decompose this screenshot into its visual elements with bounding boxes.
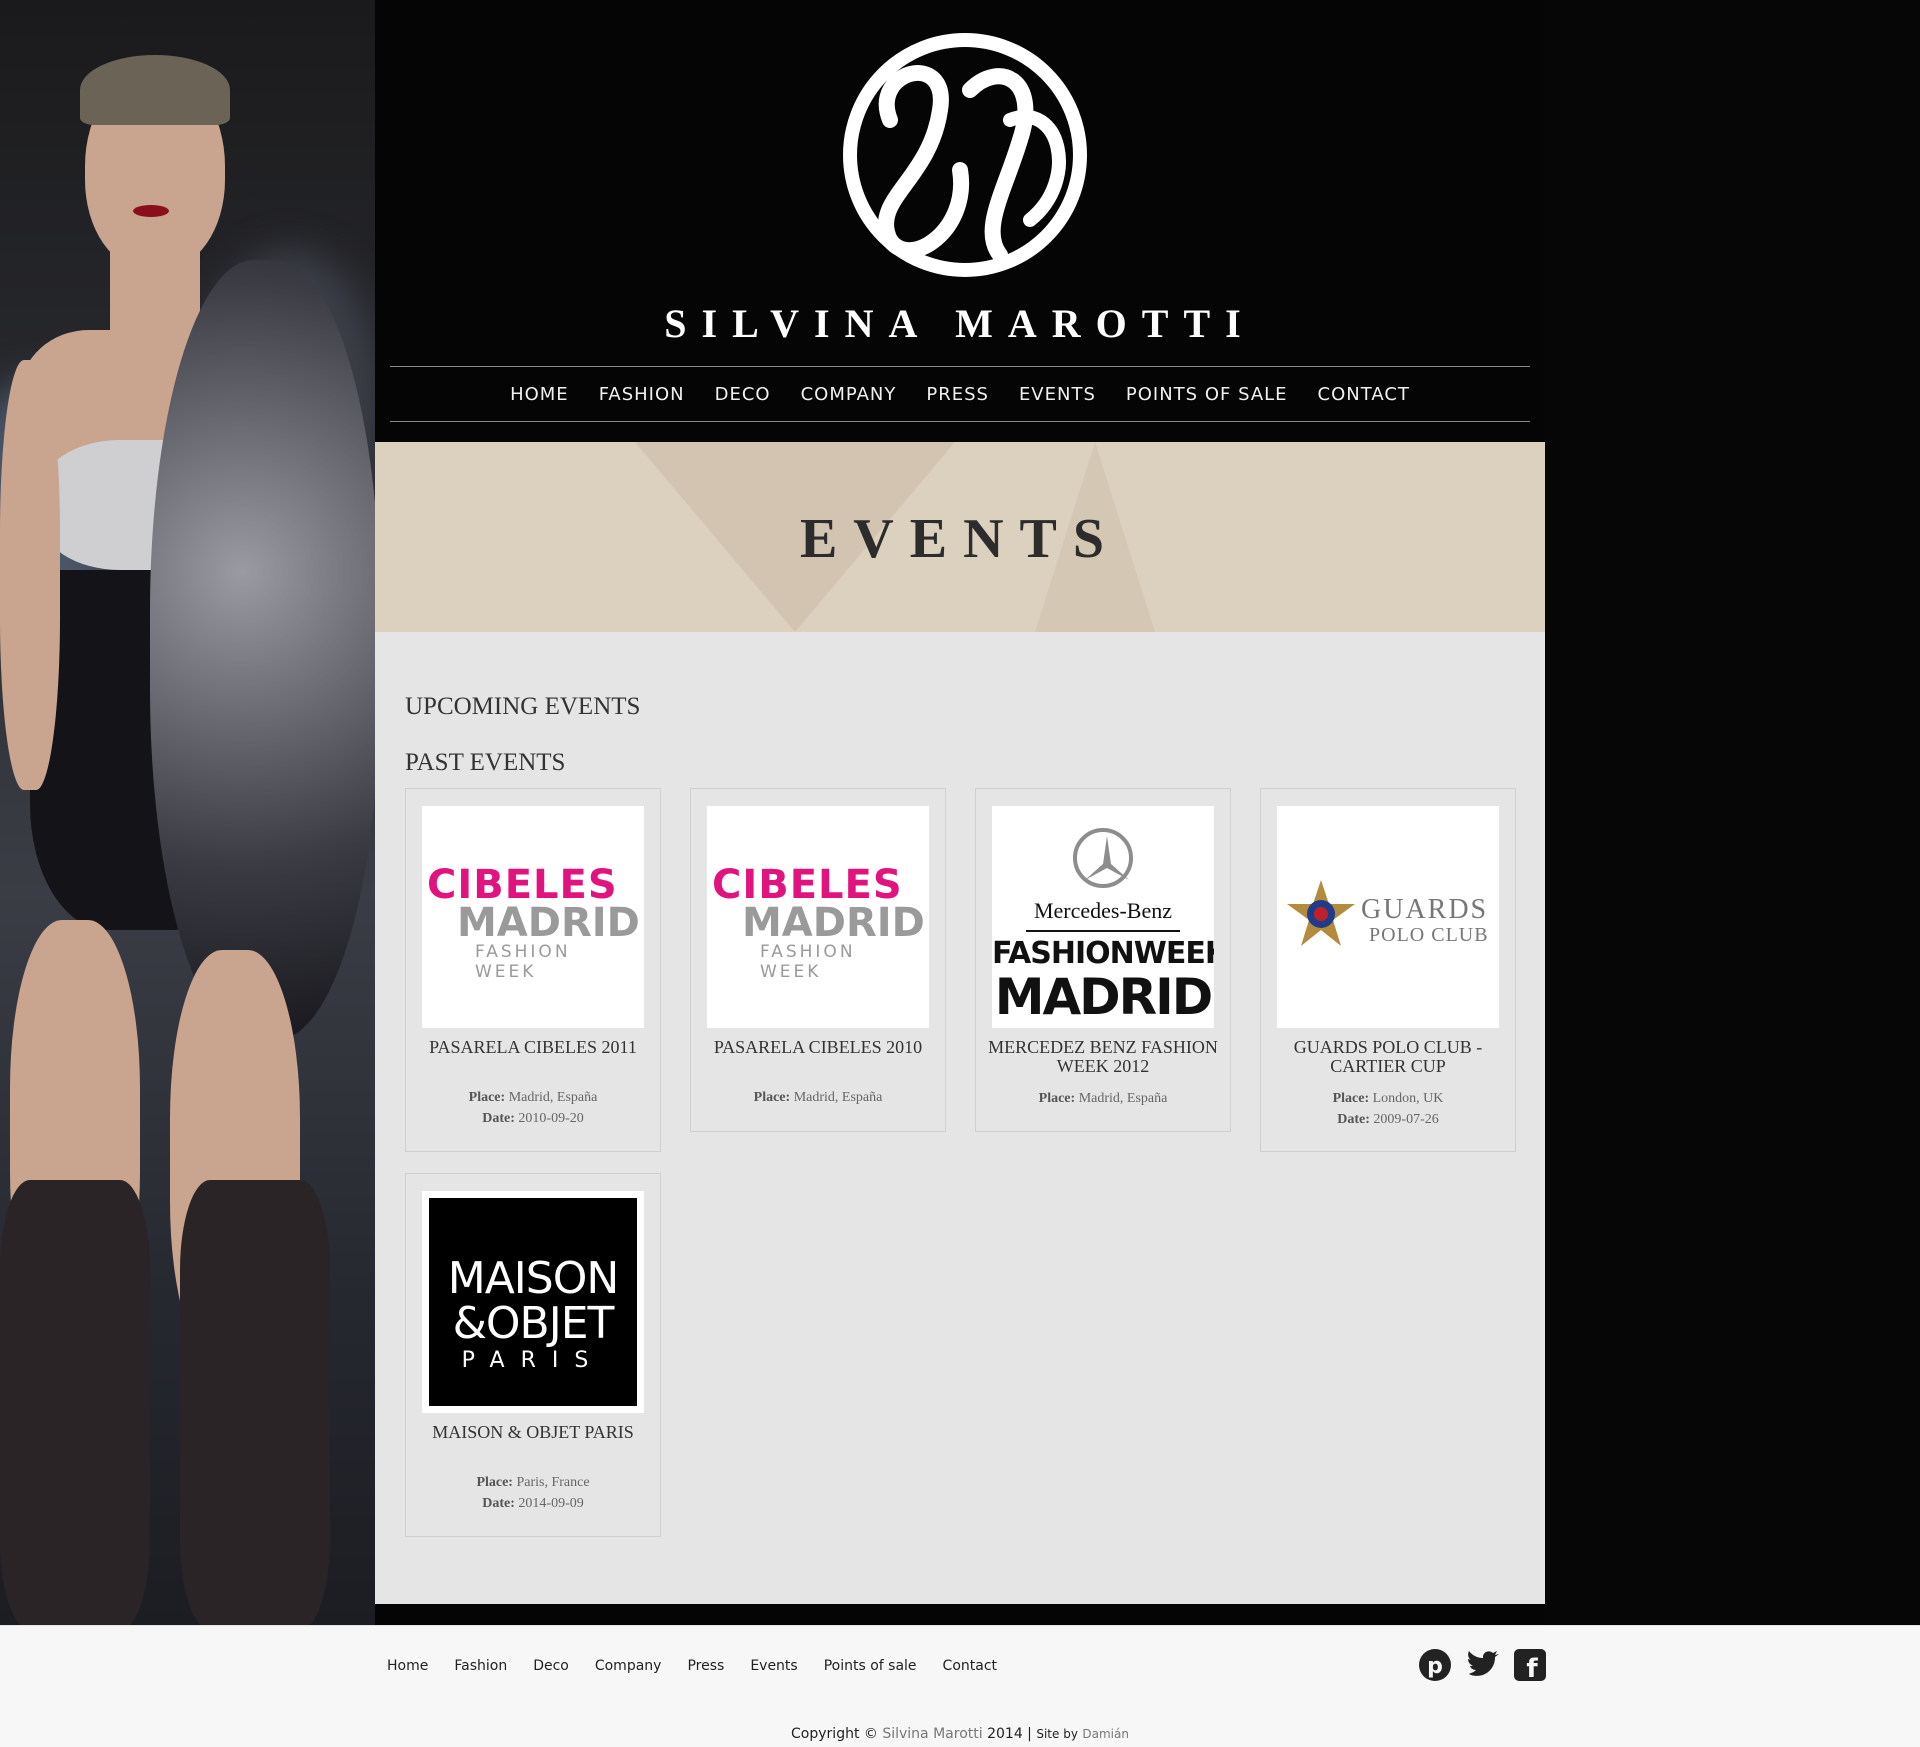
social-links: p f xyxy=(1418,1648,1546,1687)
event-date: 2014-09-09 xyxy=(518,1496,584,1511)
event-logo-cibeles[interactable]: CIBELES MADRID FASHION WEEK xyxy=(422,806,644,1028)
nav-fashion[interactable]: FASHION xyxy=(599,384,685,405)
event-logo-guards-polo[interactable]: GUARDS POLO CLUB xyxy=(1277,806,1499,1028)
background-right xyxy=(1545,0,1920,1625)
footer-link-fashion[interactable]: Fashion xyxy=(454,1658,507,1674)
event-logo-cibeles[interactable]: CIBELES MADRID FASHION WEEK xyxy=(707,806,929,1028)
nav-contact[interactable]: CONTACT xyxy=(1318,384,1410,405)
event-date: 2010-09-20 xyxy=(518,1111,584,1126)
footer-link-press[interactable]: Press xyxy=(687,1658,724,1674)
footer-link-contact[interactable]: Contact xyxy=(943,1658,997,1674)
event-card[interactable]: Mercedes-Benz FASHIONWEEK MADRID MERCEDE… xyxy=(975,788,1231,1132)
site-header: SILVINA MAROTTI HOME FASHION DECO COMPAN… xyxy=(375,0,1545,440)
nav-company[interactable]: COMPANY xyxy=(801,384,897,405)
footer-link-events[interactable]: Events xyxy=(750,1658,797,1674)
event-place: Madrid, España xyxy=(793,1090,883,1105)
event-title[interactable]: PASARELA CIBELES 2010 xyxy=(691,1038,945,1057)
event-logo-mercedes[interactable]: Mercedes-Benz FASHIONWEEK MADRID xyxy=(992,806,1214,1028)
site-by-link[interactable]: Damián xyxy=(1082,1727,1129,1741)
event-place: London, UK xyxy=(1372,1091,1444,1106)
mercedes-star-icon xyxy=(1085,836,1129,880)
event-place: Madrid, España xyxy=(508,1090,598,1105)
copyright-name[interactable]: Silvina Marotti xyxy=(882,1726,982,1742)
footer-link-company[interactable]: Company xyxy=(595,1658,662,1674)
event-title[interactable]: MERCEDEZ BENZ FASHION WEEK 2012 xyxy=(976,1038,1230,1076)
event-card[interactable]: CIBELES MADRID FASHION WEEK PASARELA CIB… xyxy=(405,788,661,1152)
event-place: Madrid, España xyxy=(1078,1091,1168,1106)
brand-name: SILVINA MAROTTI xyxy=(664,301,1256,346)
footer-link-home[interactable]: Home xyxy=(387,1658,428,1674)
nav-points-of-sale[interactable]: POINTS OF SALE xyxy=(1126,384,1288,405)
svg-text:p: p xyxy=(1427,1654,1443,1679)
hero-photo xyxy=(0,0,375,1625)
footer-link-deco[interactable]: Deco xyxy=(533,1658,569,1674)
event-date: 2009-07-26 xyxy=(1373,1112,1439,1127)
event-place: Paris, France xyxy=(516,1475,590,1490)
nav-deco[interactable]: DECO xyxy=(715,384,771,405)
nav-events[interactable]: EVENTS xyxy=(1019,384,1096,405)
page-title: EVENTS xyxy=(799,508,1121,570)
upcoming-events-heading: UPCOMING EVENTS xyxy=(405,693,641,720)
twitter-icon[interactable] xyxy=(1466,1650,1500,1685)
main-content: EVENTS UPCOMING EVENTS PAST EVENTS CIBEL… xyxy=(375,442,1545,1604)
nav-press[interactable]: PRESS xyxy=(926,384,989,405)
monogram-logo-icon[interactable] xyxy=(830,30,1100,280)
event-logo-maison-objet[interactable]: MAISON &OBJET PARIS xyxy=(422,1191,644,1413)
svg-text:f: f xyxy=(1526,1654,1538,1681)
page-banner: EVENTS xyxy=(375,442,1545,632)
main-nav: HOME FASHION DECO COMPANY PRESS EVENTS P… xyxy=(390,366,1530,422)
event-title[interactable]: MAISON & OBJET PARIS xyxy=(406,1423,660,1442)
event-title[interactable]: PASARELA CIBELES 2011 xyxy=(406,1038,660,1057)
past-events-heading: PAST EVENTS xyxy=(405,749,566,776)
pinterest-icon[interactable]: p xyxy=(1418,1648,1452,1687)
site-footer: Home Fashion Deco Company Press Events P… xyxy=(0,1625,1920,1747)
facebook-icon[interactable]: f xyxy=(1514,1649,1546,1686)
nav-home[interactable]: HOME xyxy=(510,384,569,405)
polo-crest-icon xyxy=(1287,880,1355,946)
event-card[interactable]: GUARDS POLO CLUB GUARDS POLO CLUB - CART… xyxy=(1260,788,1516,1152)
event-title[interactable]: GUARDS POLO CLUB - CARTIER CUP xyxy=(1261,1038,1515,1076)
event-card[interactable]: MAISON &OBJET PARIS MAISON & OBJET PARIS… xyxy=(405,1173,661,1537)
footer-nav: Home Fashion Deco Company Press Events P… xyxy=(387,1658,997,1674)
footer-link-points-of-sale[interactable]: Points of sale xyxy=(824,1658,917,1674)
event-card[interactable]: CIBELES MADRID FASHION WEEK PASARELA CIB… xyxy=(690,788,946,1132)
copyright: Copyright © Silvina Marotti 2014 | Site … xyxy=(791,1726,1129,1742)
